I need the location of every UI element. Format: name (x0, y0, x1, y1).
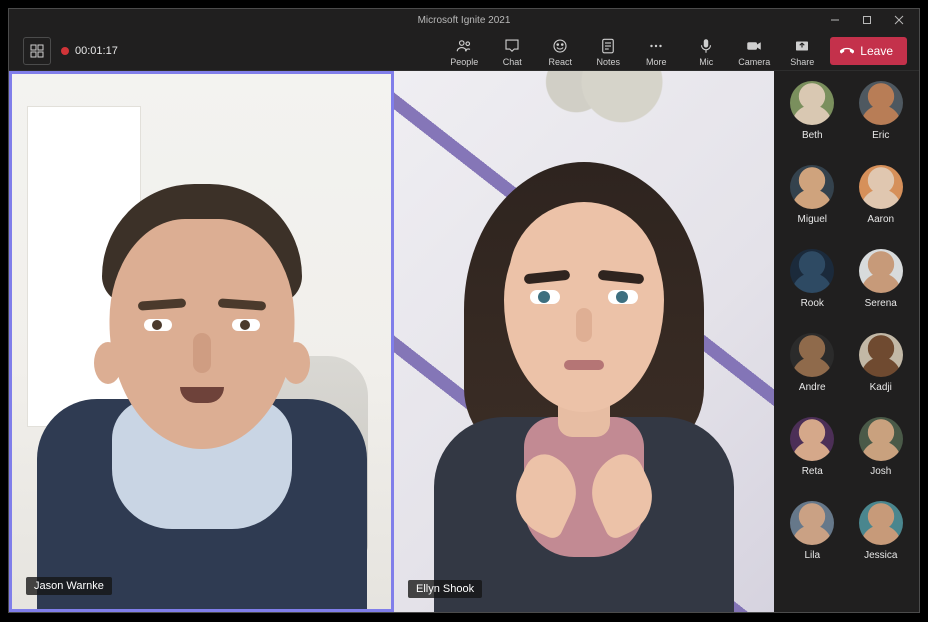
avatar (790, 165, 834, 209)
record-dot-icon (61, 47, 69, 55)
participant-josh[interactable]: Josh (849, 417, 914, 497)
react-button[interactable]: React (540, 35, 580, 67)
title-bar: Microsoft Ignite 2021 (9, 9, 919, 31)
avatar (859, 417, 903, 461)
people-icon (455, 37, 473, 55)
notes-icon (599, 37, 617, 55)
share-icon (793, 37, 811, 55)
nametag-ellyn: Ellyn Shook (408, 580, 482, 598)
react-icon (551, 37, 569, 55)
avatar (790, 501, 834, 545)
chat-icon (503, 37, 521, 55)
video-tile-jason[interactable]: Jason Warnke (9, 71, 394, 612)
participant-name: Aaron (867, 214, 894, 225)
chat-button[interactable]: Chat (492, 35, 532, 67)
minimize-button[interactable] (821, 10, 849, 30)
leave-button[interactable]: Leave (830, 37, 907, 65)
avatar (790, 81, 834, 125)
avatar (790, 333, 834, 377)
participant-name: Serena (865, 298, 897, 309)
call-toolbar: 00:01:17 People Chat (9, 31, 919, 71)
participant-miguel[interactable]: Miguel (780, 165, 845, 245)
more-icon (647, 37, 665, 55)
nametag-jason: Jason Warnke (26, 577, 112, 595)
participant-reta[interactable]: Reta (780, 417, 845, 497)
window-title: Microsoft Ignite 2021 (418, 15, 511, 26)
participant-lila[interactable]: Lila (780, 501, 845, 581)
avatar (859, 249, 903, 293)
avatar (790, 417, 834, 461)
avatar (859, 501, 903, 545)
participant-name: Andre (799, 382, 826, 393)
participant-rook[interactable]: Rook (780, 249, 845, 329)
grid-icon (30, 44, 44, 58)
mic-button[interactable]: Mic (686, 35, 726, 67)
participant-roster: Beth Eric Miguel Aaron Rook Serena Andre Kadji R… (774, 71, 919, 612)
participant-eric[interactable]: Eric (849, 81, 914, 161)
video-tile-ellyn[interactable]: Ellyn Shook (394, 71, 774, 612)
participant-andre[interactable]: Andre (780, 333, 845, 413)
participant-serena[interactable]: Serena (849, 249, 914, 329)
participant-name: Jessica (864, 550, 897, 561)
camera-button[interactable]: Camera (734, 35, 774, 67)
participant-name: Rook (801, 298, 824, 309)
maximize-button[interactable] (853, 10, 881, 30)
call-timer: 00:01:17 (75, 45, 118, 57)
video-area: Jason Warnke Ellyn Shook (9, 71, 774, 612)
participant-name: Eric (872, 130, 889, 141)
layout-grid-button[interactable] (23, 37, 51, 65)
teams-window: Microsoft Ignite 2021 (8, 8, 920, 613)
notes-button[interactable]: Notes (588, 35, 628, 67)
participant-name: Lila (804, 550, 820, 561)
avatar (790, 249, 834, 293)
avatar (859, 165, 903, 209)
avatar (859, 333, 903, 377)
share-button[interactable]: Share (782, 35, 822, 67)
avatar (859, 81, 903, 125)
participant-name: Reta (802, 466, 823, 477)
recording-indicator: 00:01:17 (61, 45, 118, 57)
window-controls (821, 9, 919, 31)
more-button[interactable]: More (636, 35, 676, 67)
participant-name: Beth (802, 130, 823, 141)
close-button[interactable] (885, 10, 913, 30)
participant-name: Josh (870, 466, 891, 477)
call-stage: Jason Warnke Ellyn Shook BethEr (9, 71, 919, 612)
mic-icon (697, 37, 715, 55)
participant-name: Miguel (798, 214, 827, 225)
camera-icon (745, 37, 763, 55)
hangup-icon (840, 44, 854, 58)
participant-jessica[interactable]: Jessica (849, 501, 914, 581)
people-button[interactable]: People (444, 35, 484, 67)
participant-name: Kadji (870, 382, 892, 393)
participant-kadji[interactable]: Kadji (849, 333, 914, 413)
participant-beth[interactable]: Beth (780, 81, 845, 161)
participant-aaron[interactable]: Aaron (849, 165, 914, 245)
